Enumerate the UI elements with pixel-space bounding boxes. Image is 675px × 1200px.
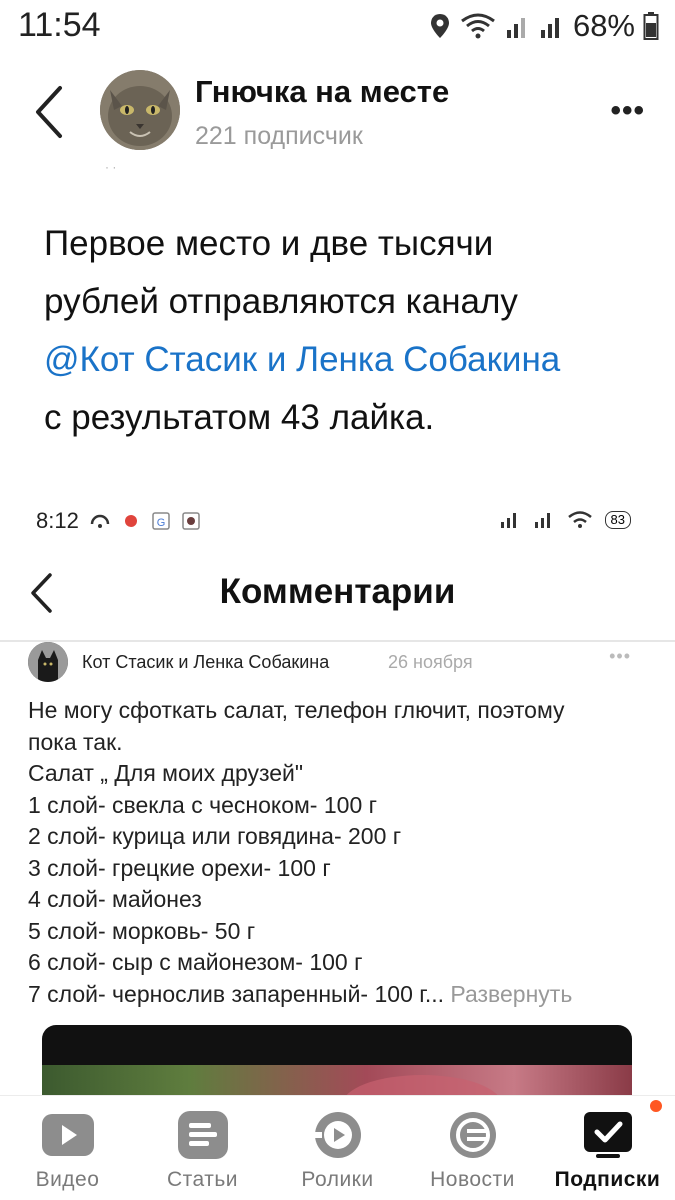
sync-icon	[90, 514, 110, 528]
battery-percent: 68%	[572, 8, 635, 43]
comment-more-icon: •••	[609, 646, 631, 666]
nav-news-label: Новости	[430, 1168, 515, 1191]
embedded-status-time: 8:12	[36, 508, 79, 533]
nav-subscriptions-label: Подписки	[554, 1168, 661, 1191]
mention-link[interactable]: @Кот Стасик и Ленка Собакина	[44, 331, 654, 389]
post-line: с результатом 43 лайка.	[44, 398, 435, 437]
comment-line: 1 слой- свекла с чесноком- 100 г	[28, 791, 378, 818]
app-icon	[182, 512, 200, 530]
comment-line: 2 слой- курица или говядина- 200 г	[28, 823, 402, 849]
cat-avatar-image	[100, 70, 180, 150]
embedded-signal-icon-1	[500, 513, 516, 528]
embedded-wifi-icon	[567, 511, 592, 528]
more-options-icon[interactable]: •••	[610, 94, 645, 128]
signal-icon-1	[506, 18, 525, 38]
articles-icon	[177, 1111, 228, 1159]
status-time: 11:54	[18, 6, 101, 44]
reels-icon	[311, 1112, 361, 1158]
wifi-icon	[461, 13, 495, 39]
comment-author: Кот Стасик и Ленка Собакина	[82, 652, 330, 672]
nav-video-label: Видео	[35, 1168, 100, 1191]
record-icon	[124, 515, 137, 527]
subscriptions-icon	[583, 1112, 632, 1158]
divider-dots: · ·	[105, 160, 117, 174]
status-icons: 68%	[429, 8, 659, 44]
video-icon	[41, 1114, 94, 1156]
bottom-nav: Видео Статьи Ролики Новости Подписки	[0, 1095, 675, 1200]
embedded-battery-value: 83	[610, 512, 625, 527]
nav-subscriptions[interactable]: Подписки	[540, 1096, 675, 1200]
news-icon	[449, 1112, 496, 1158]
embedded-title: Комментарии	[219, 572, 456, 611]
nav-video[interactable]: Видео	[0, 1096, 135, 1200]
comment-date: 26 ноября	[388, 652, 473, 672]
comment-line-last: 7 слой- чернослив запаренный- 100 г... Р…	[28, 979, 648, 1011]
comment-body: Не могу сфоткать салат, телефон глючит, …	[28, 695, 648, 1010]
nav-reels-label: Ролики	[301, 1168, 374, 1191]
post-line: рублей отправляются каналу	[44, 282, 518, 321]
notification-dot	[648, 1098, 664, 1114]
nav-articles-label: Статьи	[166, 1168, 239, 1191]
embedded-status-bar: 8:12 G	[36, 508, 201, 534]
comment-line: 7 слой- чернослив запаренный- 100 г...	[28, 980, 444, 1007]
nav-reels[interactable]: Ролики	[270, 1096, 405, 1200]
signal-icon-2	[540, 18, 559, 38]
subscriber-count: 221 подписчик	[195, 122, 363, 150]
comment-line: пока так.	[28, 728, 123, 755]
nav-articles[interactable]: Статьи	[135, 1096, 270, 1200]
comment-line: Салат „ Для моих друзей"	[28, 760, 304, 786]
comment-line: 5 слой- морковь- 50 г	[28, 917, 256, 944]
nav-news[interactable]: Новости	[405, 1096, 540, 1200]
status-bar: 11:54 68%	[0, 0, 675, 52]
embedded-divider	[0, 640, 675, 642]
svg-text:G: G	[157, 517, 166, 529]
comment-line: Не могу сфоткать салат, телефон глючит, …	[28, 697, 565, 723]
comment-avatar	[28, 642, 68, 682]
expand-link: Развернуть	[450, 980, 573, 1007]
back-arrow-icon[interactable]	[28, 82, 68, 142]
embedded-signal-icon-2	[534, 513, 550, 528]
comment-photo	[42, 1025, 632, 1100]
channel-name[interactable]: Гнючка на месте	[195, 74, 449, 110]
embedded-battery-icon: 83	[604, 511, 631, 529]
comment-line: 4 слой- майонез	[28, 886, 202, 912]
post-text: Первое место и две тысячи рублей отправл…	[44, 215, 654, 447]
post-line: Первое место и две тысячи	[44, 224, 494, 263]
embedded-screenshot[interactable]: 8:12 G 83 Комментарии Кот Стасик и Ленка…	[0, 480, 675, 1100]
comment-avatar-image	[28, 642, 68, 682]
google-icon: G	[152, 512, 170, 530]
comment-line: 3 слой- грецкие орехи- 100 г	[28, 854, 331, 881]
location-icon	[430, 14, 449, 38]
channel-header: Гнючка на месте 221 подписчик •••	[0, 62, 675, 162]
channel-avatar[interactable]	[100, 70, 180, 150]
comment-line: 6 слой- сыр с майонезом- 100 г	[28, 949, 363, 975]
battery-icon	[643, 12, 659, 40]
embedded-status-right: 83	[499, 510, 631, 530]
